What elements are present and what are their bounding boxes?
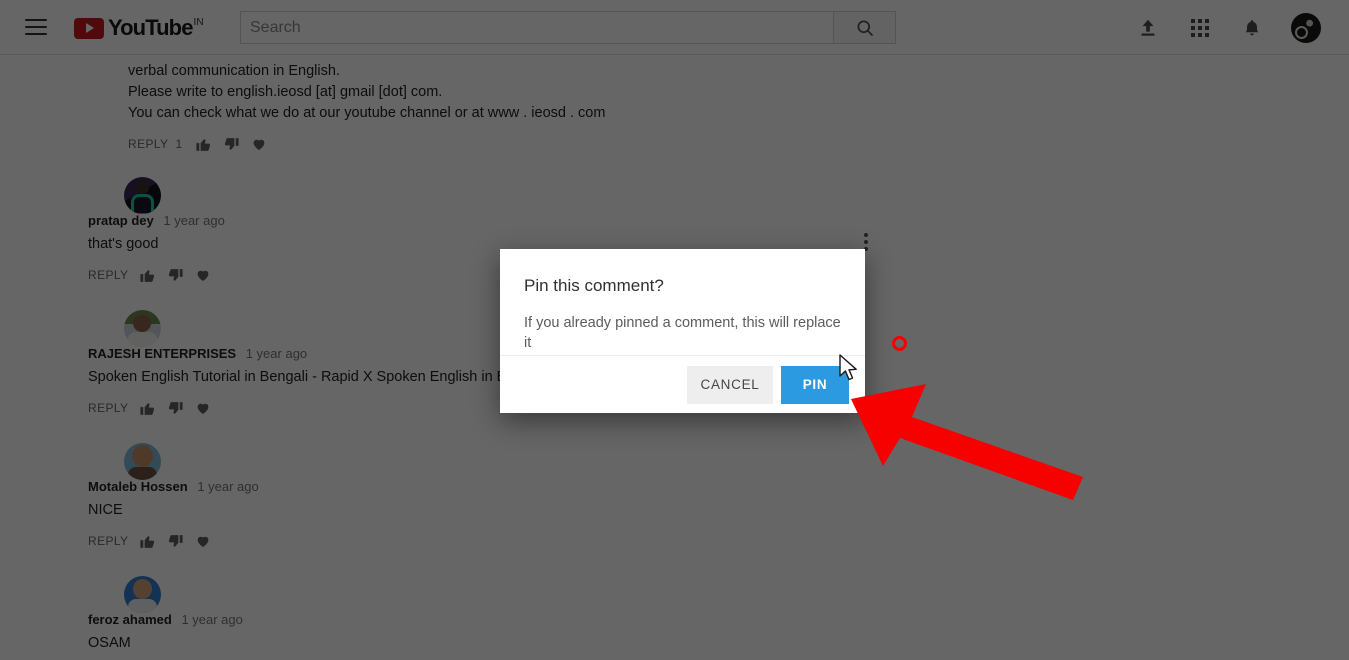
pin-comment-dialog: Pin this comment? If you already pinned … (500, 249, 865, 413)
dialog-title: Pin this comment? (524, 276, 664, 295)
dialog-message: If you already pinned a comment, this wi… (524, 315, 841, 351)
dialog-actions: CANCEL PIN (500, 356, 865, 413)
pin-button[interactable]: PIN (781, 365, 849, 404)
youtube-comments-page: YouTube IN (0, 0, 1349, 660)
cancel-button[interactable]: CANCEL (687, 365, 773, 404)
